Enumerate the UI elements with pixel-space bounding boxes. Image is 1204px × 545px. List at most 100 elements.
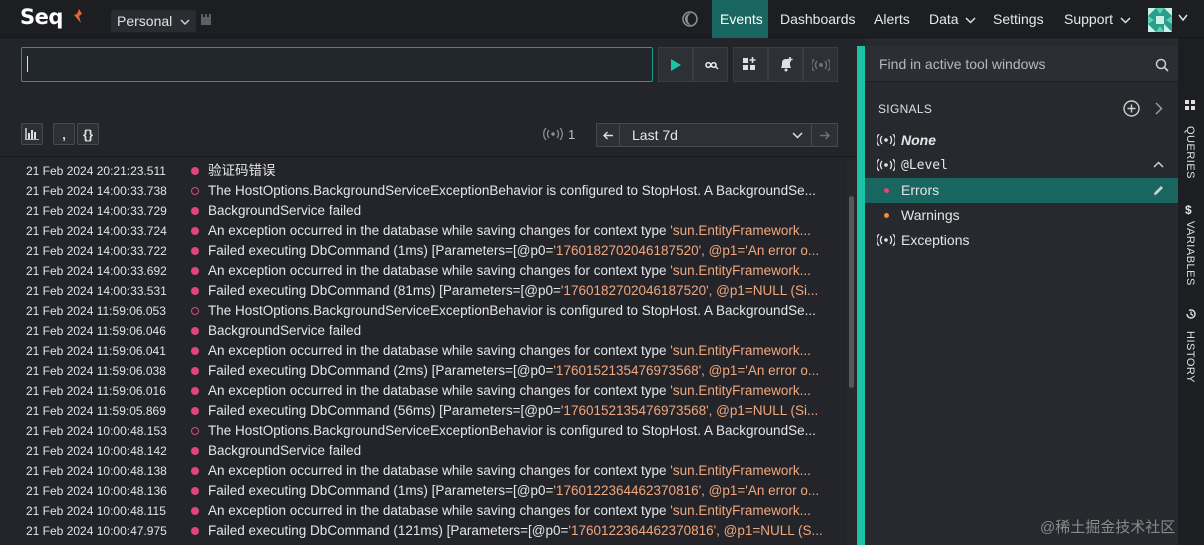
seq-logo[interactable]: Seq [20,5,63,29]
event-property-value: 'sun.EntityFramework... [670,343,811,358]
event-row[interactable]: 21 Feb 2024 11:59:06.016 An exception occ… [0,381,845,401]
nav-data[interactable]: Data [921,0,984,38]
event-row[interactable]: 21 Feb 2024 14:00:33.692 An exception occ… [0,261,845,281]
warning-dot [884,213,889,218]
event-timestamp: 21 Feb 2024 10:00:48.142 [26,444,167,458]
range-next-button[interactable] [811,123,838,147]
event-row[interactable]: 21 Feb 2024 10:00:47.975 Failed executing… [0,521,845,541]
event-timestamp: 21 Feb 2024 14:00:33.729 [26,204,167,218]
event-property-value: 'sun.EntityFramework... [670,383,811,398]
event-message: The HostOptions.BackgroundServiceExcepti… [208,181,838,201]
event-property-value: 'sun.EntityFramework... [670,223,811,238]
signal-errors[interactable]: Errors [865,178,1178,203]
nav-alerts[interactable]: Alerts [866,0,918,38]
tab-history[interactable]: HISTORY [1178,306,1204,406]
event-timestamp: 21 Feb 2024 14:00:33.692 [26,264,167,278]
run-query-button[interactable] [658,47,693,82]
signal-exceptions[interactable]: Exceptions [865,228,1178,253]
add-to-dashboard-button[interactable] [733,47,768,82]
broadcast-add-icon [811,58,830,71]
level-dot [191,367,199,375]
search-input[interactable] [21,47,653,82]
pencil-icon[interactable] [1153,185,1164,196]
level-dot [191,487,199,495]
nav-settings[interactable]: Settings [985,0,1052,38]
event-row[interactable]: 21 Feb 2024 10:00:48.138 An exception occ… [0,461,845,481]
chevron-right-icon[interactable] [1155,102,1163,115]
signal-warnings[interactable]: Warnings [865,203,1178,228]
event-message: Failed executing DbCommand (1ms) [Parame… [208,481,838,501]
event-row[interactable]: 21 Feb 2024 10:00:48.142 BackgroundServic… [0,441,845,461]
event-timestamp: 21 Feb 2024 11:59:06.041 [26,344,166,358]
grid-icon [1185,100,1195,110]
chevron-up-icon[interactable] [1153,161,1164,168]
event-timestamp: 21 Feb 2024 14:00:33.531 [26,284,167,298]
comma-button[interactable]: , [53,123,75,145]
panel-splitter[interactable] [857,46,865,545]
event-row[interactable]: 21 Feb 2024 11:59:06.038 Failed executing… [0,361,845,381]
find-input[interactable]: Find in active tool windows [865,46,1178,82]
event-row[interactable]: 21 Feb 2024 14:00:33.724 An exception occ… [0,221,845,241]
event-property-value: 'sun.EntityFramework... [670,503,811,518]
nav-events[interactable]: Events [712,0,768,38]
event-row[interactable]: 21 Feb 2024 10:00:48.115 An exception occ… [0,501,845,521]
signal-level[interactable]: @Level [865,153,1178,178]
nav-data-label: Data [929,11,959,27]
event-row[interactable]: 21 Feb 2024 11:59:06.041 An exception occ… [0,341,845,361]
moon-icon[interactable] [681,10,699,28]
event-message-text: 验证码错误 [208,163,276,178]
tail-button[interactable] [693,47,728,82]
event-row[interactable]: 21 Feb 2024 14:00:33.729 BackgroundServic… [0,201,845,221]
event-message-text: The HostOptions.BackgroundServiceExcepti… [208,303,816,318]
chevron-down-icon [965,17,976,24]
nav-support[interactable]: Support [1056,0,1139,38]
infinity-icon [704,61,719,70]
workspace-label: Personal [117,13,173,29]
add-signal-icon[interactable] [1123,100,1140,117]
event-row[interactable]: 21 Feb 2024 11:59:05.869 Failed executing… [0,401,845,421]
range-prev-button[interactable] [596,123,620,147]
event-message: An exception occurred in the database wh… [208,381,838,401]
event-row[interactable]: 21 Feb 2024 11:59:06.046 BackgroundServic… [0,321,845,341]
event-row[interactable]: 21 Feb 2024 14:00:33.722 Failed executing… [0,241,845,261]
tab-variables[interactable]: $ VARIABLES [1178,203,1204,313]
signal-none-label: None [901,132,936,148]
events-panel: , {} 1 Last 7d 21 Feb 2024 20:21:23.511 验… [0,38,857,545]
event-message-text: An exception occurred in the database wh… [208,383,671,398]
event-row[interactable]: 21 Feb 2024 10:00:48.153 The HostOptions.… [0,421,845,441]
event-message: An exception occurred in the database wh… [208,461,838,481]
level-dot [191,307,199,315]
event-message-text: Failed executing DbCommand (81ms) [Param… [208,283,561,298]
event-row[interactable]: 21 Feb 2024 11:59:06.053 The HostOptions.… [0,301,845,321]
range-select[interactable]: Last 7d [620,123,811,147]
event-row[interactable]: 21 Feb 2024 14:00:33.738 The HostOptions.… [0,181,845,201]
chevron-down-icon[interactable] [1178,14,1188,22]
event-message-text: An exception occurred in the database wh… [208,223,671,238]
search-icon[interactable] [1155,58,1169,72]
event-property-value: '1760122364462370816', @p1=NULL (S... [568,523,823,538]
arrow-left-icon [602,131,613,139]
workspace-selector[interactable]: Personal [111,10,197,32]
event-row[interactable]: 21 Feb 2024 10:00:48.136 Failed executing… [0,481,845,501]
level-dot [191,507,199,515]
castle-icon[interactable] [200,12,212,26]
event-timestamp: 21 Feb 2024 11:59:06.046 [26,324,166,338]
event-message: Failed executing DbCommand (1ms) [Parame… [208,241,838,261]
add-alert-button[interactable] [768,47,803,82]
scrollbar[interactable] [849,196,854,388]
avatar[interactable] [1148,8,1172,32]
event-row[interactable]: 21 Feb 2024 20:21:23.511 验证码错误 [0,161,845,181]
event-message: An exception occurred in the database wh… [208,341,838,361]
event-message: An exception occurred in the database wh… [208,261,838,281]
json-button[interactable]: {} [77,123,99,145]
event-row[interactable]: 21 Feb 2024 14:00:33.531 Failed executing… [0,281,845,301]
nav-settings-label: Settings [993,11,1044,27]
signal-button[interactable] [803,47,838,82]
histogram-button[interactable] [21,123,43,145]
signal-none[interactable]: None [865,128,1178,153]
tab-queries[interactable]: QUERIES [1178,98,1204,179]
level-dot [191,267,199,275]
level-dot [191,247,199,255]
nav-dashboards[interactable]: Dashboards [772,0,864,38]
event-message-text: An exception occurred in the database wh… [208,343,671,358]
